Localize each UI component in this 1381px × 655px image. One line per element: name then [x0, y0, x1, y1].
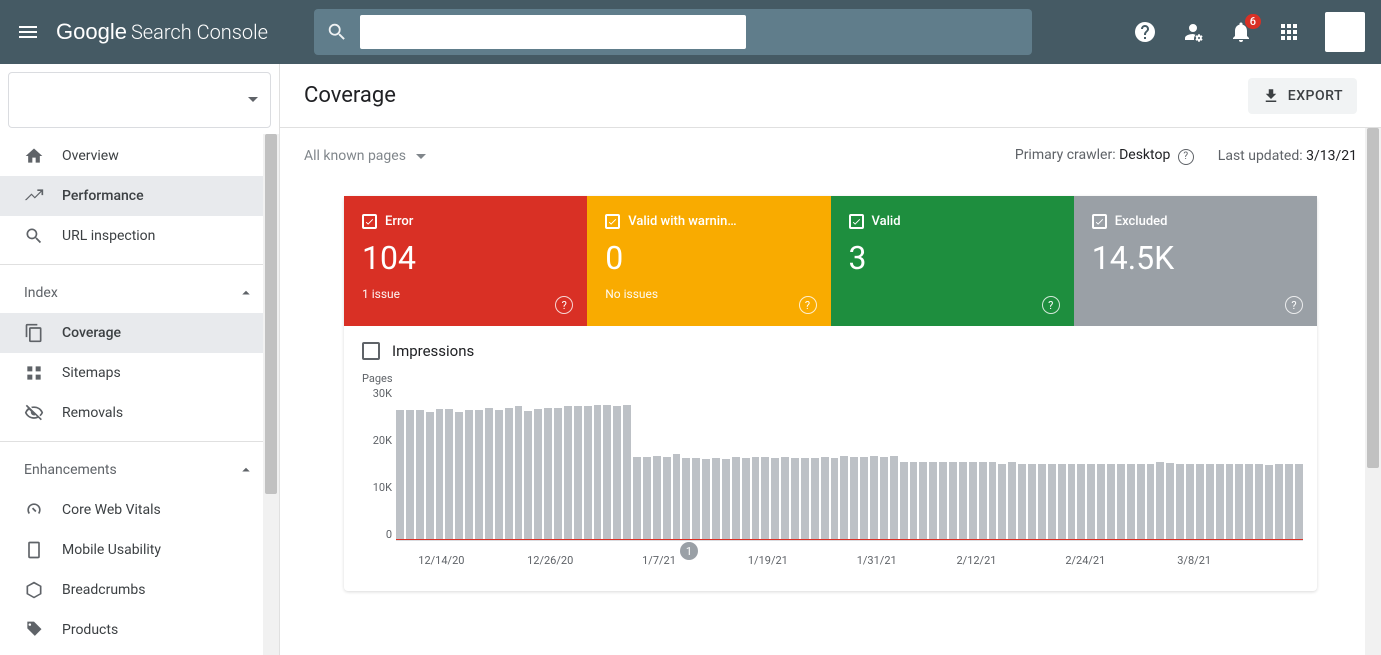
- help-icon[interactable]: [1133, 20, 1157, 44]
- sidebar-label: Breadcrumbs: [62, 582, 145, 598]
- tab-warning[interactable]: Valid with warnin… 0 No issues ?: [587, 196, 830, 326]
- property-selector[interactable]: [8, 72, 271, 128]
- tab-error-value: 104: [362, 239, 569, 277]
- checkbox-icon: [849, 214, 864, 229]
- export-button[interactable]: EXPORT: [1248, 78, 1357, 114]
- help-icon[interactable]: ?: [1285, 296, 1303, 314]
- pages-filter-dropdown[interactable]: All known pages: [304, 148, 426, 164]
- search-input[interactable]: [360, 15, 746, 49]
- help-icon[interactable]: ?: [555, 296, 573, 314]
- sidebar-item-removals[interactable]: Removals: [0, 393, 279, 433]
- eye-off-icon: [24, 403, 44, 423]
- help-icon[interactable]: ?: [1178, 149, 1194, 165]
- sidebar-label: Coverage: [62, 325, 121, 341]
- sidebar-section-enhancements[interactable]: Enhancements: [0, 450, 279, 490]
- logo: Google Search Console: [56, 19, 268, 45]
- impressions-label: Impressions: [392, 342, 474, 360]
- search-icon: [24, 226, 44, 246]
- help-icon[interactable]: ?: [799, 296, 817, 314]
- avatar[interactable]: [1325, 12, 1365, 52]
- sidebar-item-coverage[interactable]: Coverage: [0, 313, 279, 353]
- sidebar-label: URL inspection: [62, 228, 155, 244]
- chart-marker[interactable]: 1: [680, 542, 698, 560]
- checkbox-icon: [362, 214, 377, 229]
- tab-warn-value: 0: [605, 239, 812, 277]
- search-bar[interactable]: [314, 9, 1032, 55]
- tab-error[interactable]: Error 104 1 issue ?: [344, 196, 587, 326]
- tab-valid[interactable]: Valid 3 ?: [831, 196, 1074, 326]
- coverage-chart: Pages 30K20K10K0 12/14/2012/26/201/7/211…: [344, 368, 1317, 591]
- sidebar-label: Products: [62, 622, 118, 638]
- download-icon: [1262, 87, 1280, 105]
- sidebar-item-url-inspection[interactable]: URL inspection: [0, 216, 279, 256]
- sidebar-item-cwv[interactable]: Core Web Vitals: [0, 490, 279, 530]
- tag-icon: [24, 620, 44, 640]
- sidebar-label: Core Web Vitals: [62, 502, 161, 518]
- tab-excl-value: 14.5K: [1092, 239, 1299, 277]
- home-icon: [24, 146, 44, 166]
- cube-icon: [24, 580, 44, 600]
- checkbox-icon: [605, 214, 620, 229]
- main-scrollbar[interactable]: [1365, 128, 1381, 655]
- chevron-down-icon: [416, 154, 426, 159]
- tab-valid-value: 3: [849, 239, 1056, 277]
- notification-badge: 6: [1245, 14, 1261, 29]
- sitemap-icon: [24, 363, 44, 383]
- gauge-icon: [24, 500, 44, 520]
- impressions-checkbox[interactable]: [362, 342, 380, 360]
- last-updated: Last updated: 3/13/21: [1218, 148, 1357, 164]
- sidebar-label: Sitemaps: [62, 365, 121, 381]
- sidebar-scrollbar[interactable]: [263, 134, 279, 655]
- copy-icon: [24, 323, 44, 343]
- help-icon[interactable]: ?: [1042, 296, 1060, 314]
- tab-excluded[interactable]: Excluded 14.5K ?: [1074, 196, 1317, 326]
- sidebar-item-performance[interactable]: Performance: [0, 176, 279, 216]
- logo-sc: Search Console: [131, 20, 268, 44]
- menu-icon[interactable]: [16, 20, 40, 44]
- page-title: Coverage: [304, 83, 396, 108]
- checkbox-icon: [1092, 214, 1107, 229]
- sidebar-item-overview[interactable]: Overview: [0, 136, 279, 176]
- chevron-up-icon: [237, 284, 255, 302]
- chevron-down-icon: [248, 97, 258, 102]
- phone-icon: [24, 540, 44, 560]
- primary-crawler: Primary crawler: Desktop ?: [1015, 147, 1194, 165]
- sidebar-item-mobile[interactable]: Mobile Usability: [0, 530, 279, 570]
- sidebar-label: Performance: [62, 188, 144, 204]
- sidebar-item-breadcrumbs[interactable]: Breadcrumbs: [0, 570, 279, 610]
- chevron-up-icon: [237, 461, 255, 479]
- search-icon: [326, 21, 348, 43]
- user-settings-icon[interactable]: [1181, 20, 1205, 44]
- sidebar-item-sitemaps[interactable]: Sitemaps: [0, 353, 279, 393]
- sidebar-label: Overview: [62, 148, 119, 164]
- logo-google: Google: [56, 19, 127, 45]
- sidebar-label: Mobile Usability: [62, 542, 161, 558]
- sidebar-label: Removals: [62, 405, 123, 421]
- apps-icon[interactable]: [1277, 20, 1301, 44]
- sidebar-section-index[interactable]: Index: [0, 273, 279, 313]
- notifications-icon[interactable]: 6: [1229, 20, 1253, 44]
- sidebar-item-products[interactable]: Products: [0, 610, 279, 650]
- trend-icon: [24, 186, 44, 206]
